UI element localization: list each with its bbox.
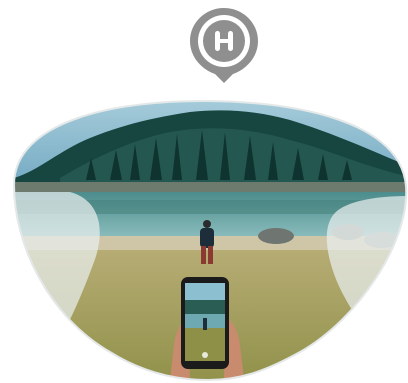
rock <box>258 228 294 244</box>
far-shore <box>14 182 407 192</box>
lens-photo-illustration <box>12 99 408 382</box>
scene-content <box>14 100 407 381</box>
